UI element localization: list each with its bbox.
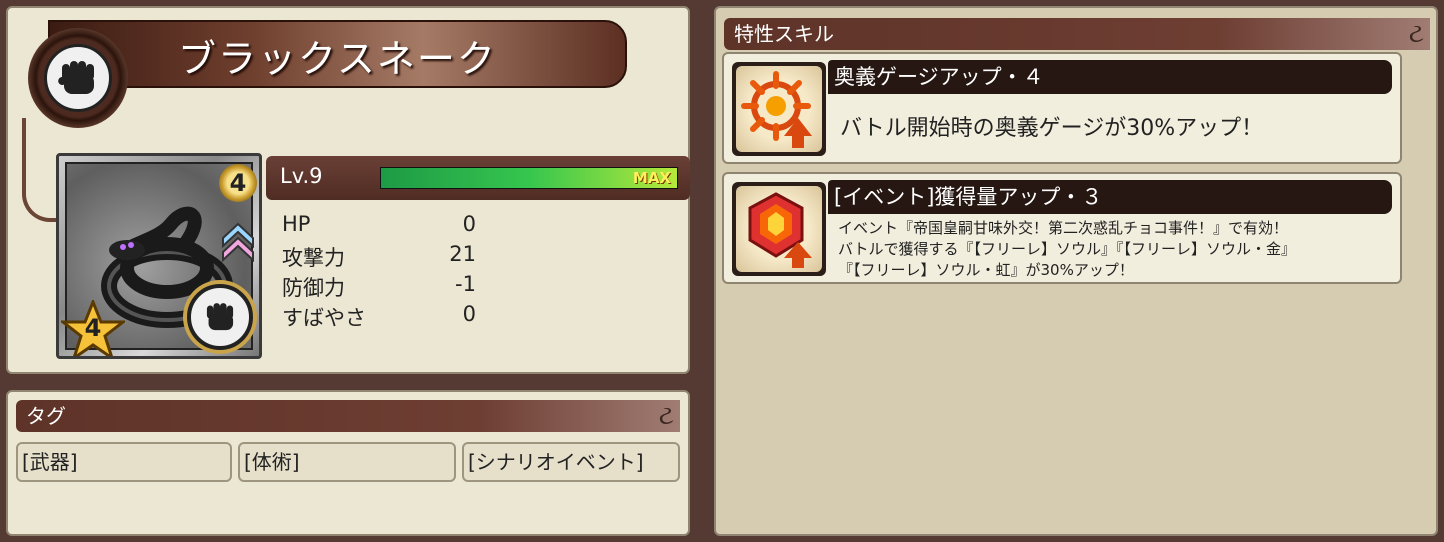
tag-martial-arts[interactable]: [体術]: [238, 442, 456, 482]
name-banner: ブラックスネーク: [48, 20, 627, 88]
skill-panel: 特性スキル ટ 奥義ゲージアップ・４ バトル開始時の奥義ゲージが30%アップ！ …: [714, 6, 1438, 536]
fist-icon: [58, 61, 94, 94]
swirl-ornament-icon: ટ: [658, 401, 674, 431]
level-label: Lv.9: [280, 164, 323, 188]
stat-row-hp: HP 0: [282, 212, 482, 240]
card-type-badge: [187, 284, 253, 350]
skill-title: [イベント]獲得量アップ・３: [828, 180, 1392, 214]
character-panel: ブラックスネーク 4 4 Lv.9 MAX HP 0 攻撃力 21 防御力 -1…: [6, 6, 690, 374]
fist-icon: [206, 303, 234, 331]
level-badge: 4: [219, 164, 257, 202]
stat-label: すばやさ: [282, 306, 366, 330]
stat-row-speed: すばやさ 0: [282, 302, 482, 330]
level-bar: Lv.9 MAX: [266, 156, 690, 200]
skill-description-line: 『【フリーレ】ソウル・虹』が30%アップ！: [838, 261, 1134, 279]
swirl-ornament-icon: ટ: [1408, 19, 1424, 49]
skill-description: バトル開始時の奥義ゲージが30%アップ！: [840, 116, 1264, 141]
tag-header-label: タグ: [26, 404, 66, 428]
stat-label: HP: [282, 212, 311, 236]
stat-row-defense: 防御力 -1: [282, 272, 482, 300]
tag-weapon[interactable]: [武器]: [16, 442, 232, 482]
stat-value: 0: [462, 302, 476, 326]
skill-icon-frame: [732, 62, 826, 156]
skill-header-label: 特性スキル: [734, 22, 834, 46]
exp-gauge: MAX: [380, 167, 678, 189]
exp-max-label: MAX: [632, 169, 671, 187]
skill-icon-frame: [732, 182, 826, 276]
tag-section-header: タグ ટ: [16, 400, 680, 432]
type-emblem: [28, 28, 128, 128]
skill-description-line: イベント『帝国皇嗣甘味外交！第二次惑乱チョコ事件！』で有効！: [838, 219, 1289, 237]
stat-value: 21: [449, 242, 476, 266]
character-card[interactable]: 4 4: [56, 153, 262, 359]
ougi-gauge-icon: [741, 71, 812, 148]
tag-scenario-event[interactable]: [シナリオイベント]: [462, 442, 680, 482]
rarity-value: 4: [84, 314, 102, 342]
stat-value: 0: [462, 212, 476, 236]
stat-label: 攻撃力: [282, 246, 345, 270]
decorative-curve: [22, 118, 56, 222]
skill-title: 奥義ゲージアップ・４: [828, 60, 1392, 94]
gem-icon: [748, 192, 812, 268]
stat-row-attack: 攻撃力 21: [282, 242, 482, 270]
skill-card[interactable]: 奥義ゲージアップ・４ バトル開始時の奥義ゲージが30%アップ！: [722, 52, 1402, 164]
rarity-star: 4: [59, 297, 128, 356]
rank-chevron-icon: [222, 222, 254, 262]
skill-card[interactable]: [イベント]獲得量アップ・３ イベント『帝国皇嗣甘味外交！第二次惑乱チョコ事件！…: [722, 172, 1402, 284]
skill-description: イベント『帝国皇嗣甘味外交！第二次惑乱チョコ事件！』で有効！ バトルで獲得する『…: [838, 218, 1296, 281]
tag-panel: タグ ટ [武器] [体術] [シナリオイベント]: [6, 390, 690, 536]
skill-section-header: 特性スキル ટ: [724, 18, 1430, 50]
skill-description-line: バトルで獲得する『【フリーレ】ソウル』『【フリーレ】ソウル・金』: [838, 240, 1296, 258]
stat-label: 防御力: [282, 276, 345, 300]
character-name: ブラックスネーク: [178, 37, 497, 81]
stat-value: -1: [455, 272, 476, 296]
